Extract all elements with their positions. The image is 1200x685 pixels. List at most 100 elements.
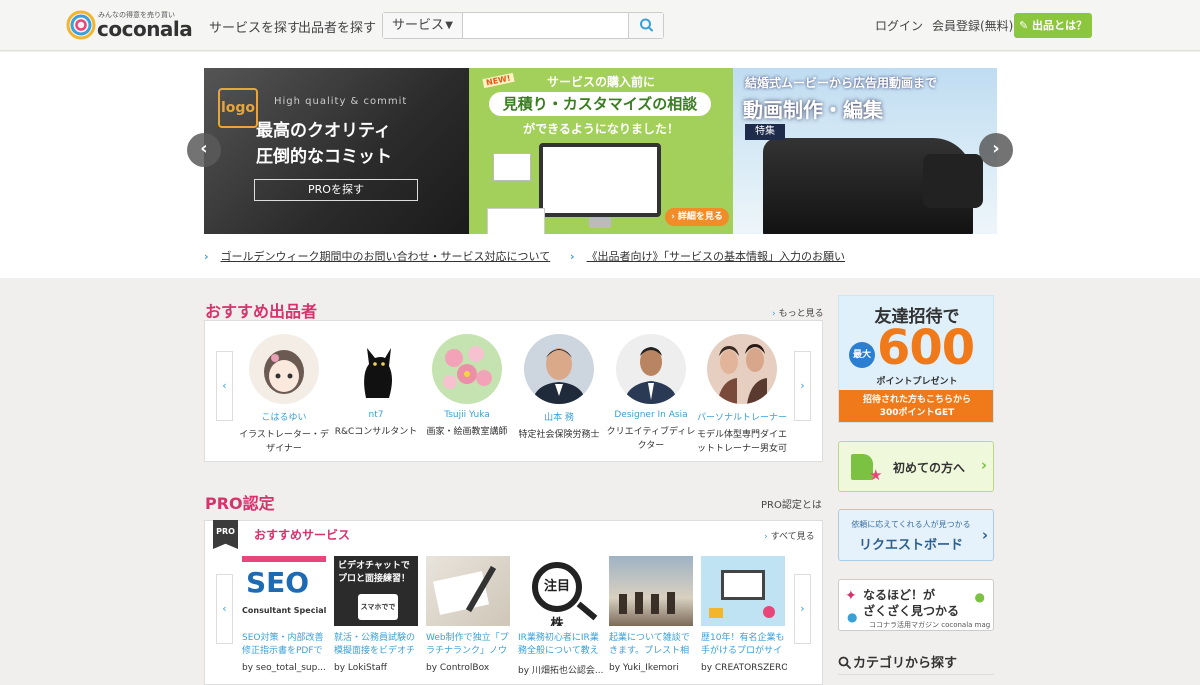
recommended-services-title: おすすめサービス [254, 528, 351, 542]
man-in-suit-avatar [532, 348, 586, 404]
seller-title-line: 特定社会保険労務士 [518, 430, 600, 440]
invite-bar-line: 招待された方もこちらから [862, 395, 971, 405]
coconala-logo[interactable]: みんなの得意を売り買い coconala [66, 8, 196, 42]
seller-title: 特定社会保険労務士 [513, 428, 605, 442]
services-prev-button[interactable]: ‹ [216, 574, 233, 644]
chevron-left-icon: ‹ [200, 138, 208, 159]
moai-illustration [651, 594, 659, 614]
seller-title: モデル体型専門ダイエ ットトレーナー男女可 [696, 428, 788, 456]
register-link[interactable]: 会員登録(無料) [932, 17, 1013, 34]
video-thumb-line: プロと面接練習！ [338, 574, 411, 584]
seller-card[interactable]: こはるゆい イラストレーター・デ ザイナー [238, 334, 330, 456]
service-card[interactable]: Web制作で独立「プラチナランク」ノウハ by ControlBox [426, 556, 512, 673]
sellers-prev-button[interactable]: ‹ [216, 351, 233, 421]
decoration-shape [709, 608, 723, 618]
site-header: みんなの得意を売り買い coconala サービスを探す 出品者を探す サービス… [0, 0, 1200, 51]
seller-title-line: イラストレーター・デ [239, 430, 329, 440]
beginners-label: 初めての方へ [893, 461, 966, 475]
businessman-avatar [624, 347, 678, 404]
sellers-more-link[interactable]: › もっと見る [772, 306, 824, 319]
service-card[interactable]: 歴10年！有名企業も手がけるプロがサイト by CREATORSZERO [701, 556, 787, 673]
invite-friends-banner[interactable]: 友達招待で 最大 600 ポイントプレゼント 招待された方もこちらから 300ポ… [838, 295, 994, 423]
seller-card[interactable]: Tsujii Yuka 画家・絵画教室講師 [421, 334, 513, 439]
search-category-select[interactable]: サービス ▼ [383, 13, 463, 38]
seo-thumb-subtext: Consultant Specialist [242, 606, 326, 615]
banner-slide-video[interactable]: 結婚式ムービーから広告用動画まで 動画制作・編集 特集 [733, 68, 997, 234]
slide-subtitle: 結婚式ムービーから広告用動画まで [745, 76, 938, 90]
service-title: 起業について雑談できます。プレスト相手に [609, 633, 690, 656]
search-icon [640, 18, 653, 32]
request-board-banner[interactable]: 依頼に応えてくれる人が見つかる リクエストボード › [838, 509, 994, 561]
logo-wordmark: coconala [97, 17, 193, 41]
search-button[interactable] [628, 13, 663, 38]
invite-points-label: ポイントプレゼント [876, 377, 958, 387]
seller-card[interactable]: パーソナルトレーナー モデル体型専門ダイエ ットトレーナー男女可 [696, 334, 788, 456]
services-next-button[interactable]: › [794, 574, 811, 644]
magazine-banner[interactable]: ✦ ● ● なるほど！が ざくざく見つかる ココナラ活用マガジン coconal… [838, 579, 994, 631]
carousel-prev-button[interactable]: ‹ [187, 133, 221, 167]
find-pro-button[interactable]: PROを探す [254, 179, 418, 201]
request-board-sub: 依頼に応えてくれる人が見つかる [851, 520, 971, 529]
service-seller: by LokiStaff [334, 663, 387, 673]
sellers-next-button[interactable]: › [794, 351, 811, 421]
trainer-avatar [717, 344, 767, 404]
details-button[interactable]: › 詳細を見る [665, 208, 729, 226]
service-thumbnail: 注目株 [518, 556, 602, 626]
seo-thumb-text: SEO [246, 566, 310, 599]
seller-card[interactable]: nt7 R&Cコンサルタント [330, 334, 422, 439]
seller-title-line: 画家・絵画教室講師 [426, 427, 508, 437]
services-see-all-link[interactable]: › すべて見る [764, 529, 815, 542]
seller-name: 山本 務 [544, 413, 574, 423]
seller-card[interactable]: 山本 務 特定社会保険労務士 [513, 334, 605, 442]
service-thumbnail [701, 556, 785, 626]
chevron-left-icon: ‹ [222, 379, 227, 392]
about-pro-link[interactable]: PRO認定とは [761, 496, 822, 511]
chevron-right-icon: › [800, 379, 805, 392]
thumb-stripe [242, 556, 326, 562]
service-title: SEO対策・内部改善修正指示書をPDFで納 [242, 633, 324, 656]
search-icon [838, 656, 851, 669]
seller-title: R&Cコンサルタント [330, 425, 422, 439]
what-is-selling-button[interactable]: ✎ 出品とは？ [1014, 13, 1092, 38]
search-input[interactable] [463, 13, 629, 38]
black-cat-avatar [364, 348, 392, 398]
what-is-selling-label: 出品とは？ [1032, 19, 1088, 32]
banner-slide-pro[interactable]: logo High quality & commit 最高のクオリティ 圧倒的な… [204, 68, 469, 234]
chevron-right-icon: › [800, 602, 805, 615]
slide-title-line: 圧倒的なコミット [256, 147, 392, 167]
login-link[interactable]: ログイン [875, 17, 923, 34]
feature-tag: 特集 [745, 124, 785, 140]
search-bar: サービス ▼ [382, 12, 664, 39]
seller-title: クリエイティブディレ クター [605, 425, 697, 453]
seller-avatar [249, 334, 319, 404]
nav-find-services[interactable]: サービスを探す [209, 17, 300, 36]
moai-illustration [667, 592, 675, 614]
service-seller: by 川畑拓也公認会... [518, 666, 604, 676]
banner-slide-estimate[interactable]: サービスの購入前に 見積り・カスタマイズの相談 NEW! ができるようになりまし… [469, 68, 733, 234]
notice-link[interactable]: › 《出品者向け》「サービスの基本情報」入力のお願い [570, 248, 845, 264]
service-card[interactable]: ビデオチャットで プロと面接練習！ スマホでできる！ 就活・公務員試験の模擬面接… [334, 556, 420, 673]
seller-title: イラストレーター・デ ザイナー [238, 428, 330, 456]
service-card[interactable]: 起業について雑談できます。プレスト相手に by Yuki_Ikemori [609, 556, 695, 673]
seller-title-line: クター [637, 441, 665, 451]
seller-card[interactable]: Designer In Asia クリエイティブディレ クター [605, 334, 697, 453]
service-card[interactable]: SEO Consultant Specialist SEO対策・内部改善修正指示… [242, 556, 328, 673]
search-category-value: サービス [392, 18, 445, 33]
magnifier-handle [576, 601, 598, 621]
notice-link[interactable]: › ゴールデンウィーク期間中のお問い合わせ・サービス対応について [204, 248, 550, 264]
service-thumbnail [426, 556, 510, 626]
see-all-label: すべて見る [770, 532, 815, 542]
seller-avatar [432, 334, 502, 404]
beginners-guide-banner[interactable]: ★ 初めての方へ › [838, 441, 994, 492]
seller-avatar [616, 334, 686, 404]
carousel-next-button[interactable]: › [979, 133, 1013, 167]
nav-find-sellers[interactable]: 出品者を探す [298, 17, 376, 36]
magic-wand-icon: ✦ [845, 588, 857, 604]
service-card[interactable]: 注目株 IR業務初心者にIR業務全般について教えま by 川畑拓也公認会... [518, 556, 604, 676]
invite-bar-line: 300ポイントGET [879, 408, 955, 418]
service-seller: by seo_total_sup... [242, 663, 326, 673]
seller-avatar [707, 334, 777, 404]
lightbulb-icon: ● [847, 610, 858, 624]
slide-title: 最高のクオリティ 圧倒的なコミット [256, 118, 392, 170]
star-icon: ★ [869, 466, 883, 484]
